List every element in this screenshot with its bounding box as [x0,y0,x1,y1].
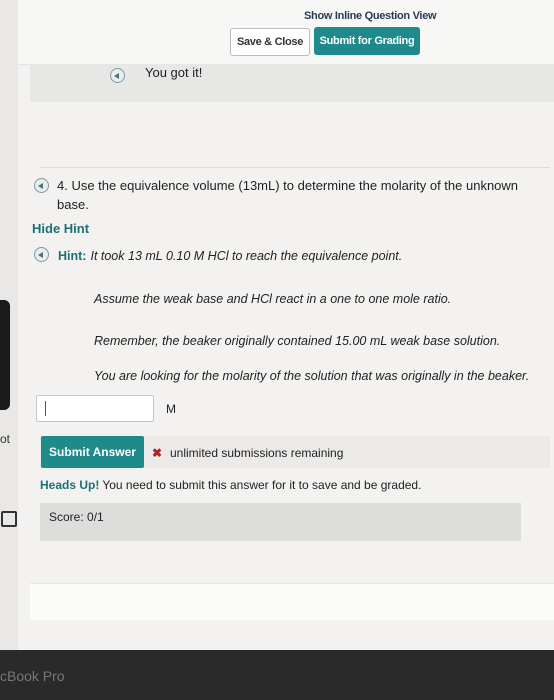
score-text: Score: 0/1 [49,510,104,524]
hint-text: It took 13 mL 0.10 M HCl to reach the eq… [90,249,403,263]
feedback-text: You got it! [145,65,203,80]
submit-for-grading-button[interactable]: Submit for Grading [314,27,420,55]
left-bezel [0,300,10,410]
speaker-icon[interactable] [110,68,125,83]
close-icon: ✖ [152,446,163,460]
device-brand: cBook Pro [0,668,65,684]
submissions-remaining: unlimited submissions remaining [170,446,344,460]
divider [40,167,550,168]
screen: ot Show Inline Question View Save & Clos… [0,0,554,650]
hint-line: Hint: It took 13 mL 0.10 M HCl to reach t… [58,249,402,263]
show-inline-question-view-link[interactable]: Show Inline Question View [304,10,437,22]
hide-hint-link[interactable]: Hide Hint [32,221,89,236]
answer-input[interactable] [36,395,154,422]
window-icon [1,511,17,527]
score-box: Score: 0/1 [40,503,521,541]
hint-text: Remember, the beaker originally containe… [94,334,501,348]
side-window-text: ot [0,432,11,446]
feedback-bar: You got it! [30,64,554,102]
hint-label: Hint: [58,249,87,263]
unit-label: M [166,402,176,416]
heads-up-text: You need to submit this answer for it to… [102,478,422,492]
heads-up-label: Heads Up! [40,478,100,492]
speaker-icon[interactable] [34,178,49,193]
question-text: 4. Use the equivalence volume (13mL) to … [57,178,519,212]
hint-text: Assume the weak base and HCl react in a … [94,292,452,306]
save-close-button[interactable]: Save & Close [230,28,310,56]
top-toolbar: Show Inline Question View Save & Close S… [18,0,554,65]
heads-up-message: Heads Up! You need to submit this answer … [40,478,421,492]
lower-panel [30,583,554,620]
submit-answer-button[interactable]: Submit Answer [41,436,144,468]
text-caret [45,401,46,416]
speaker-icon[interactable] [34,247,49,262]
hint-text: You are looking for the molarity of the … [94,369,530,383]
